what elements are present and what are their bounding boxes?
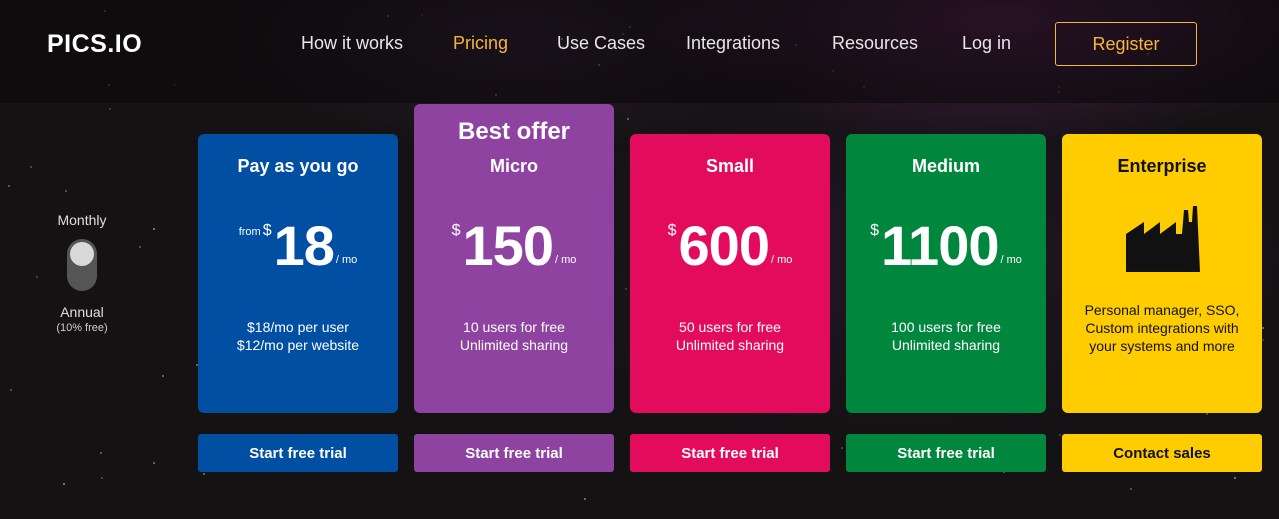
logo-text: PICS.IO [47, 30, 143, 58]
star-dot [65, 190, 67, 192]
plan-name: Medium [911, 156, 980, 176]
plan-description: 50 users for free Unlimited sharing [640, 318, 820, 354]
factory-icon [1126, 206, 1200, 272]
annual-discount-note: (10% free) [56, 322, 108, 334]
nav-how-it-works[interactable]: How it works [301, 33, 403, 54]
plan-name: Pay as you go [237, 156, 359, 176]
plan-name: Enterprise [1117, 156, 1207, 176]
nav-pricing[interactable]: Pricing [453, 33, 508, 54]
switch-knob[interactable] [70, 242, 94, 266]
star-dot [36, 276, 38, 278]
star-dot [10, 389, 12, 391]
plan-description: 100 users for free Unlimited sharing [856, 318, 1036, 354]
pics-io-logo[interactable]: PICS.IO [47, 30, 142, 59]
nav-use-cases[interactable]: Use Cases [557, 33, 645, 54]
price-currency: $ [451, 222, 461, 239]
price-currency: $ [262, 222, 272, 239]
star-dot [841, 447, 843, 449]
plan-card-small: Small $ 600 / mo 50 users for free Unlim… [630, 134, 830, 413]
plan-description: Personal manager, SSO, Custom integratio… [1084, 302, 1240, 354]
star-dot [162, 375, 164, 377]
plan-card-pay-as-you-go: Pay as you go from $ 18 / mo $18/mo per … [198, 134, 398, 413]
price-amount: 18 [273, 214, 335, 277]
star-dot [109, 108, 111, 110]
start-free-trial-button[interactable]: Start free trial [198, 434, 398, 472]
plan-feature: 100 users for free [891, 319, 1001, 335]
price-currency: $ [870, 222, 879, 239]
start-free-trial-button[interactable]: Start free trial [414, 434, 614, 472]
star-dot [153, 228, 155, 230]
price-amount: 1100 [881, 214, 999, 277]
price-period: / mo [1000, 254, 1022, 266]
plan-card-enterprise: Enterprise Personal manager, SSO, Custom… [1062, 134, 1262, 413]
plan-card-micro: Best offer Micro $ 150 / mo 10 users for… [414, 104, 614, 413]
nav-integrations[interactable]: Integrations [686, 33, 780, 54]
plan-feature: $12/mo per website [236, 337, 360, 353]
plan-name: Micro [489, 156, 538, 176]
star-dot [100, 452, 102, 454]
star-dot [627, 118, 629, 120]
plan-feature: Unlimited sharing [891, 337, 1001, 353]
nav-log-in[interactable]: Log in [962, 33, 1011, 54]
star-dot [625, 288, 627, 290]
start-free-trial-button[interactable]: Start free trial [630, 434, 830, 472]
plan-feature: 10 users for free [463, 319, 565, 335]
star-dot [153, 462, 155, 464]
plan-card-medium: Medium $ 1100 / mo 100 users for free Un… [846, 134, 1046, 413]
price-amount: 600 [678, 214, 770, 277]
star-dot [63, 483, 65, 485]
plan-price: $ 600 / mo [630, 218, 830, 278]
plan-feature: $18/mo per user [247, 319, 349, 335]
star-dot [139, 246, 141, 248]
star-dot [1262, 327, 1264, 329]
plan-feature: Unlimited sharing [459, 337, 569, 353]
price-period: / mo [554, 254, 577, 266]
plan-price: $ 150 / mo [414, 218, 614, 278]
plan-name: Small [705, 156, 755, 176]
plan-price: $ 1100 / mo [846, 218, 1046, 278]
top-navigation-bar: PICS.IO How it works Pricing Use Cases I… [0, 0, 1279, 103]
price-currency: $ [667, 222, 677, 239]
plan-description: $18/mo per user $12/mo per website [208, 318, 388, 354]
star-dot [1059, 434, 1061, 436]
star-dot [203, 473, 205, 475]
price-period: / mo [335, 254, 358, 266]
plan-price: from $ 18 / mo [198, 218, 398, 278]
star-dot [1234, 477, 1236, 479]
plan-description: 10 users for free Unlimited sharing [424, 318, 604, 354]
billing-period-toggle-group: Monthly Annual (10% free) [40, 212, 124, 334]
star-dot [584, 498, 586, 500]
price-period: / mo [770, 254, 793, 266]
annual-label: Annual [60, 304, 104, 320]
register-button[interactable]: Register [1055, 22, 1197, 66]
plan-feature: Unlimited sharing [675, 337, 785, 353]
star-dot [1206, 413, 1208, 415]
star-dot [101, 477, 103, 479]
plan-feature: 50 users for free [679, 319, 781, 335]
star-dot [30, 166, 32, 168]
nav-resources[interactable]: Resources [832, 33, 918, 54]
price-from-label: from [238, 226, 261, 238]
monthly-label: Monthly [57, 212, 107, 228]
best-offer-badge: Best offer [457, 118, 571, 145]
star-dot [1262, 339, 1264, 341]
billing-period-switch[interactable] [67, 239, 97, 291]
star-dot [1130, 488, 1132, 490]
contact-sales-button[interactable]: Contact sales [1062, 434, 1262, 472]
star-dot [8, 185, 10, 187]
start-free-trial-button[interactable]: Start free trial [846, 434, 1046, 472]
price-amount: 150 [462, 214, 554, 277]
